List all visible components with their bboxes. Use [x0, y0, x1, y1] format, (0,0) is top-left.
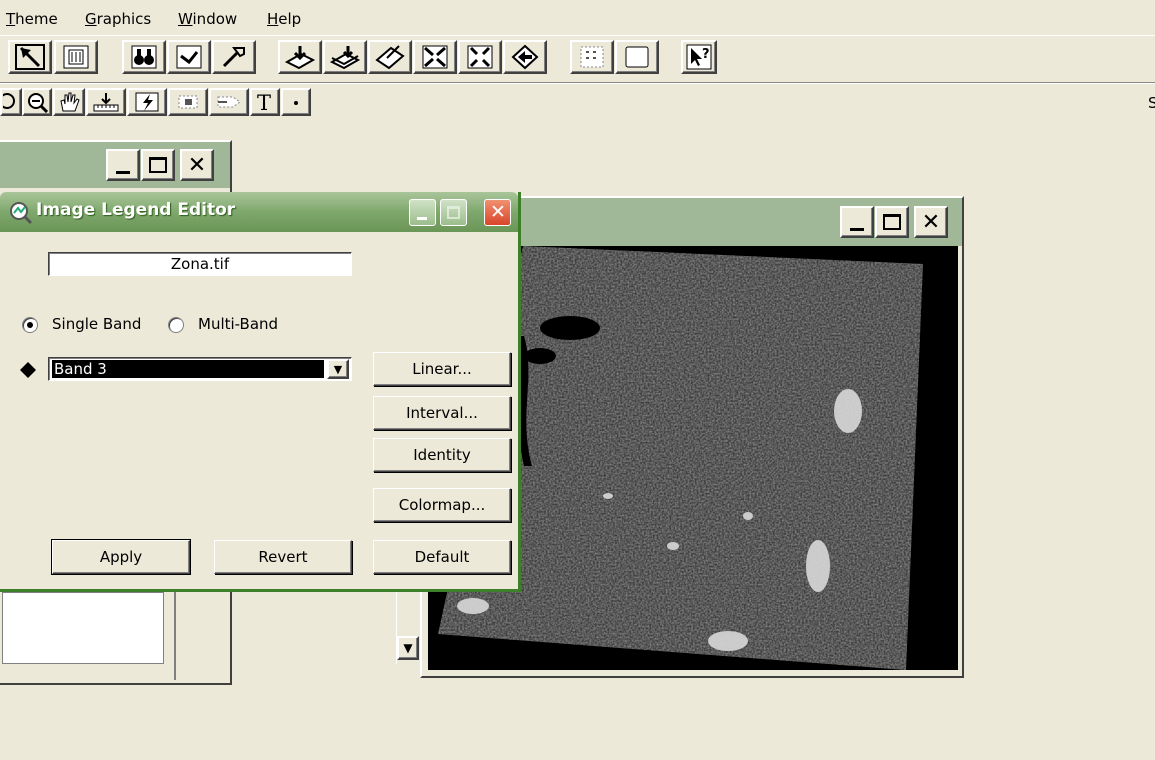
maximize-icon	[447, 206, 460, 219]
view-maximize-button[interactable]	[875, 206, 909, 238]
add-layer-button[interactable]	[323, 40, 367, 74]
maximize-icon	[883, 214, 901, 230]
close-icon: ✕	[921, 209, 941, 235]
editor-button[interactable]	[368, 40, 412, 74]
default-button[interactable]: Default	[373, 540, 511, 574]
menu-theme[interactable]: Theme	[6, 10, 58, 28]
text-button[interactable]: T	[250, 88, 280, 116]
band-select[interactable]: Band 3 ▼	[48, 357, 352, 381]
pan-icon	[60, 92, 80, 112]
view-close-button[interactable]: ✕	[914, 206, 948, 238]
label-button[interactable]	[168, 88, 208, 116]
dialog-maximize-button[interactable]	[440, 199, 467, 226]
band-marker-icon	[20, 362, 36, 378]
identify-icon	[176, 45, 202, 69]
band-select-value: Band 3	[51, 359, 325, 379]
legend-editor-icon	[10, 202, 33, 225]
bg-minimize-button[interactable]	[106, 149, 140, 181]
filename-field[interactable]: Zona.tif	[48, 252, 352, 276]
close-icon: ✕	[187, 152, 207, 178]
binoculars-icon	[131, 45, 157, 69]
svg-text:?: ?	[702, 47, 710, 62]
select-icon	[15, 44, 45, 70]
dialog-close-button[interactable]: ✕	[484, 199, 511, 226]
back-icon	[511, 44, 539, 70]
interval-button[interactable]: Interval...	[373, 396, 511, 430]
linear-button[interactable]: Linear...	[373, 352, 511, 386]
close-icon: ✕	[490, 201, 506, 223]
scroll-down-icon: ▼	[403, 641, 413, 655]
apply-button[interactable]: Apply	[51, 539, 191, 575]
zoom-out-fixed-icon	[467, 45, 493, 69]
text-label-icon	[217, 96, 241, 108]
zoom-in-button[interactable]	[0, 88, 22, 116]
minimize-icon	[850, 227, 864, 231]
select-all-button[interactable]	[570, 40, 614, 74]
chevron-down-icon: ▼	[333, 362, 343, 376]
text-icon: T	[257, 91, 271, 113]
dialog-title: Image Legend Editor	[36, 200, 236, 220]
background-window-list	[2, 592, 164, 664]
colormap-button[interactable]: Colormap...	[373, 488, 511, 522]
table-icon	[63, 45, 89, 69]
zoom-out-icon	[28, 93, 48, 113]
scroll-down-button[interactable]: ▼	[397, 636, 419, 660]
text-label-button[interactable]	[209, 88, 249, 116]
pan-button[interactable]	[53, 88, 85, 116]
find-button[interactable]	[122, 40, 166, 74]
toolbar-separator	[0, 82, 1155, 84]
revert-button[interactable]: Revert	[214, 540, 352, 574]
hammer-icon	[222, 47, 245, 68]
bg-maximize-button[interactable]	[141, 149, 175, 181]
select-all-icon	[580, 46, 604, 68]
zoom-in-fixed-button[interactable]	[413, 40, 457, 74]
help-cursor-button[interactable]: ?	[681, 40, 717, 74]
dialog-titlebar[interactable]: Image Legend Editor ✕	[0, 192, 518, 232]
bg-close-button[interactable]: ✕	[180, 149, 214, 181]
menu-graphics[interactable]: Graphics	[85, 10, 151, 28]
clear-selection-button[interactable]	[615, 40, 659, 74]
zoom-in-icon	[3, 93, 15, 109]
zoom-out-button[interactable]	[22, 88, 52, 116]
toolbar-edge-text: S	[1148, 94, 1155, 112]
help-cursor-icon: ?	[686, 44, 712, 70]
band-dropdown-button[interactable]: ▼	[327, 359, 349, 379]
hammer-button[interactable]	[212, 40, 256, 74]
measure-button[interactable]	[86, 88, 126, 116]
menu-bar: Theme Graphics Window Help	[0, 0, 1155, 36]
view-minimize-button[interactable]	[840, 206, 874, 238]
add-theme-button[interactable]	[278, 40, 322, 74]
menu-help[interactable]: Help	[267, 10, 301, 28]
zoom-in-fixed-icon	[422, 45, 448, 69]
editor-icon	[375, 45, 405, 70]
identity-button[interactable]: Identity	[373, 438, 511, 472]
select-button[interactable]	[8, 40, 52, 74]
multi-band-label[interactable]: Multi-Band	[198, 315, 278, 333]
back-button[interactable]	[503, 40, 547, 74]
add-theme-icon	[285, 46, 315, 70]
background-window-divider	[174, 592, 176, 680]
maximize-icon	[149, 157, 167, 173]
point-button[interactable]	[281, 88, 311, 116]
label-icon	[178, 95, 198, 109]
add-layer-icon	[330, 46, 360, 70]
svg-text:T: T	[257, 91, 271, 113]
single-band-label[interactable]: Single Band	[52, 315, 141, 333]
minimize-icon	[417, 217, 427, 220]
menu-window[interactable]: Window	[178, 10, 237, 28]
vertical-scrollbar[interactable]: ▼	[396, 590, 419, 664]
hotlink-icon	[135, 92, 159, 112]
single-band-radio[interactable]	[22, 317, 38, 333]
table-button[interactable]	[54, 40, 98, 74]
image-legend-editor-dialog: Image Legend Editor ✕ Zona.tif Single Ba…	[0, 192, 521, 592]
clear-icon	[625, 46, 649, 68]
hotlink-button[interactable]	[127, 88, 167, 116]
measure-icon	[93, 93, 119, 112]
point-icon	[294, 101, 298, 105]
multi-band-radio[interactable]	[168, 317, 184, 333]
dialog-minimize-button[interactable]	[409, 199, 436, 226]
minimize-icon	[116, 170, 130, 174]
zoom-out-fixed-button[interactable]	[458, 40, 502, 74]
identify-button[interactable]	[167, 40, 211, 74]
